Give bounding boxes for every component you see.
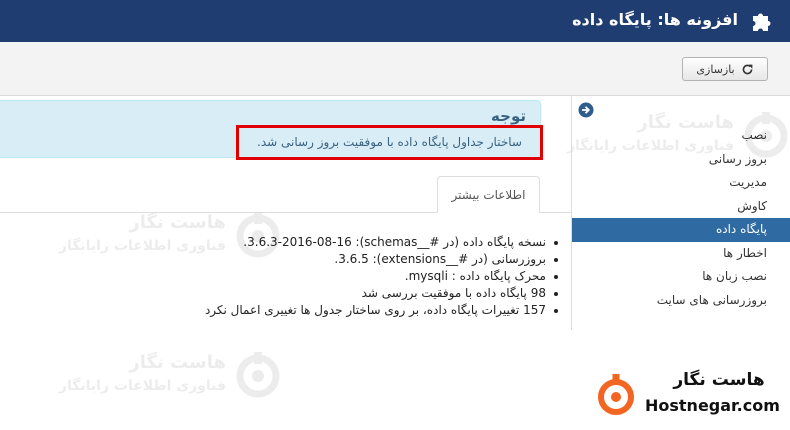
hostnegar-logo-icon <box>236 352 280 398</box>
rebuild-button-label: بازسازی <box>696 62 735 76</box>
list-item: 157 تغییرات پایگاه داده، بر روی ساختار ج… <box>170 302 560 319</box>
page-title: افزونه ها: پایگاه داده <box>572 10 738 29</box>
page-header: افزونه ها: پایگاه داده <box>0 0 790 42</box>
watermark: هاست نگار فناوری اطلاعات رایانگار <box>52 350 282 406</box>
list-item: محرک پایگاه داده : mysqli. <box>170 268 560 285</box>
brand-logo: هاست نگار Hostnegar.com <box>595 370 785 420</box>
sidebar-item-discover[interactable]: کاوش <box>572 195 790 219</box>
arrow-circle-right-icon[interactable] <box>578 102 594 118</box>
sidebar-item-install[interactable]: نصب <box>572 124 790 148</box>
alert-message: ساختار جداول پایگاه داده با موفقیت بروز … <box>236 125 543 160</box>
toolbar <box>0 42 790 96</box>
list-item: نسخه پایگاه داده (در #__schemas): 3.6.3-… <box>170 234 560 251</box>
tab-more-info[interactable]: اطلاعات بیشتر <box>437 176 540 213</box>
sidebar-item-warnings[interactable]: اخطار ها <box>572 242 790 266</box>
sidebar-menu: نصب بروز رسانی مدیریت کاوش پایگاه داده ا… <box>572 124 790 312</box>
puzzle-icon <box>750 9 774 33</box>
sidebar-item-database[interactable]: پایگاه داده <box>572 218 790 242</box>
brand-name-fa: هاست نگار <box>673 370 765 390</box>
alert-heading: توجه <box>491 107 526 125</box>
sidebar-item-update-sites[interactable]: بروزرسانی های سایت <box>572 289 790 313</box>
database-details-list: نسخه پایگاه داده (در #__schemas): 3.6.3-… <box>170 234 560 319</box>
rebuild-button[interactable]: بازسازی <box>682 57 768 81</box>
list-item: 98 پایگاه داده با موفقیت بررسی شد <box>170 285 560 302</box>
sidebar: نصب بروز رسانی مدیریت کاوش پایگاه داده ا… <box>571 96 790 330</box>
sidebar-item-install-languages[interactable]: نصب زبان ها <box>572 265 790 289</box>
brand-name-en: Hostnegar.com <box>645 396 780 415</box>
sidebar-item-manage[interactable]: مدیریت <box>572 171 790 195</box>
list-item: بروزرسانی (در #__extensions): 3.6.5. <box>170 251 560 268</box>
hostnegar-logo-icon <box>598 374 634 415</box>
refresh-icon <box>742 64 752 74</box>
sidebar-item-update[interactable]: بروز رسانی <box>572 148 790 172</box>
